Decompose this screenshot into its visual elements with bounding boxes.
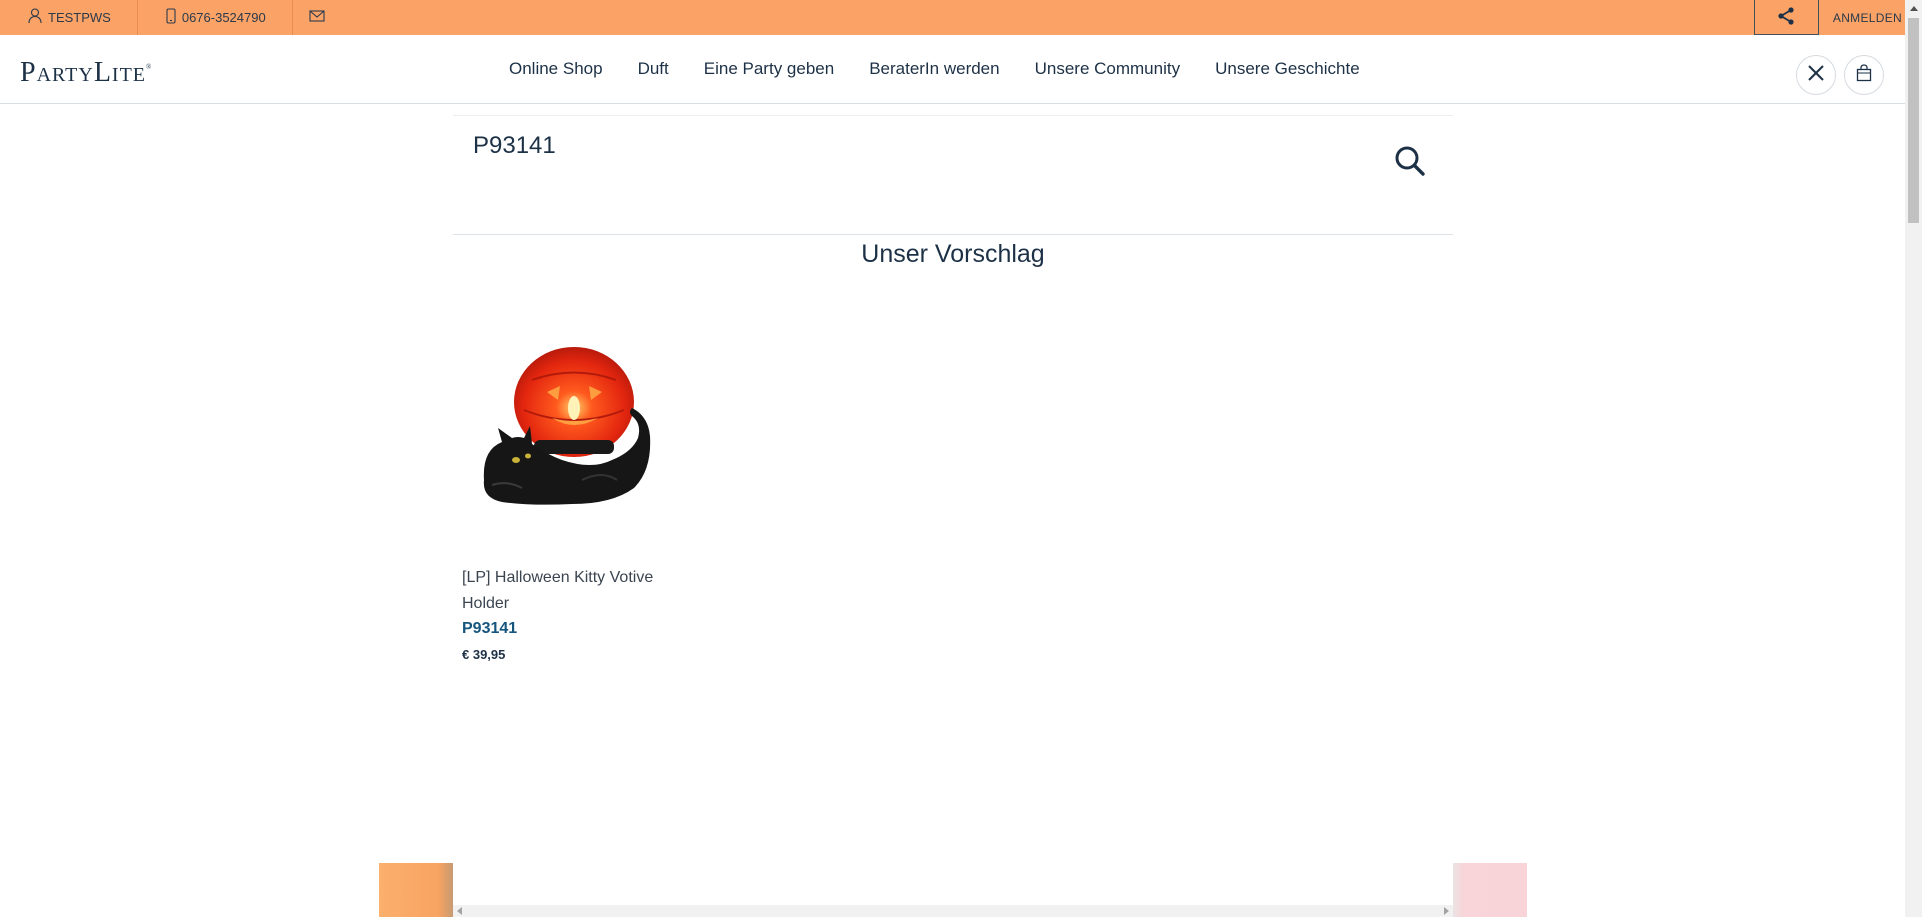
scroll-right-icon[interactable] (1444, 907, 1449, 915)
topbar-right: ANMELDEN (1753, 0, 1922, 35)
page-scrollbar[interactable] (1905, 0, 1922, 917)
promo-banner-right[interactable] (1453, 863, 1527, 917)
search-button[interactable] (1390, 143, 1430, 183)
nav-beraterin-werden[interactable]: BeraterIn werden (869, 59, 999, 79)
promo-banner-left[interactable] (379, 863, 453, 917)
nav-online-shop[interactable]: Online Shop (509, 59, 603, 79)
close-search-button[interactable] (1796, 55, 1836, 95)
phone-contact[interactable]: 0676-3524790 (138, 0, 293, 35)
product-sku: P93141 (462, 620, 518, 637)
logo-text: PartyLite (20, 57, 147, 88)
product-name[interactable]: [LP] Halloween Kitty Votive Holder (462, 565, 687, 617)
share-icon (1776, 6, 1796, 29)
scroll-left-icon[interactable] (457, 907, 462, 915)
main-navigation: Online Shop Duft Eine Party geben Berate… (509, 59, 1395, 79)
nav-unsere-community[interactable]: Unsere Community (1035, 59, 1181, 79)
nav-duft[interactable]: Duft (638, 59, 669, 79)
share-button[interactable] (1753, 0, 1819, 35)
main-header: PartyLite® Online Shop Duft Eine Party g… (0, 35, 1905, 104)
carousel-scrollbar[interactable] (453, 905, 1453, 917)
partylite-logo[interactable]: PartyLite® (20, 57, 152, 89)
cart-button[interactable] (1844, 55, 1884, 95)
nav-eine-party-geben[interactable]: Eine Party geben (704, 59, 834, 79)
search-input[interactable] (473, 126, 1353, 166)
close-icon (1807, 64, 1825, 87)
consultant-user[interactable]: TESTPWS (0, 0, 138, 35)
shopping-bag-icon (1856, 63, 1872, 87)
phone-number: 0676-3524790 (181, 10, 266, 25)
product-image[interactable] (462, 320, 687, 540)
nav-unsere-geschichte[interactable]: Unsere Geschichte (1215, 59, 1360, 79)
user-icon (28, 8, 42, 27)
mail-icon (309, 10, 325, 25)
suggestions-title: Unser Vorschlag (861, 240, 1045, 268)
search-panel (453, 115, 1453, 235)
product-price: € 39,95 (462, 647, 506, 662)
mail-contact[interactable] (293, 0, 341, 35)
top-utility-bar: TESTPWS 0676-3524790 ANMELDEN (0, 0, 1922, 35)
trademark-mark: ® (146, 63, 153, 71)
product-card[interactable]: [LP] Halloween Kitty Votive Holder P9314… (462, 320, 687, 662)
scrollbar-thumb[interactable] (1908, 18, 1919, 223)
scroll-up-icon[interactable] (1910, 6, 1918, 11)
user-label: TESTPWS (48, 10, 111, 25)
phone-icon (166, 8, 176, 27)
search-icon (1394, 145, 1426, 182)
